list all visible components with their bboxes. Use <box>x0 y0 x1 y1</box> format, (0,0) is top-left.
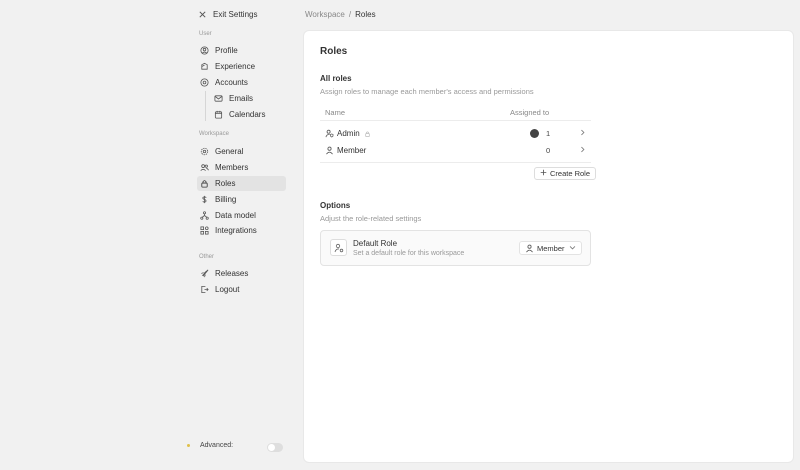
role-row-member[interactable]: Member 0 <box>320 142 591 159</box>
role-name: Member <box>325 146 366 155</box>
calendar-icon <box>214 110 223 119</box>
sidebar-item-accounts[interactable]: Accounts <box>197 75 286 90</box>
sidebar-item-members[interactable]: Members <box>197 160 286 175</box>
at-sign-icon <box>200 78 209 87</box>
sidebar-item-label: Experience <box>215 62 256 71</box>
sidebar-item-experience[interactable]: Experience <box>197 59 286 74</box>
column-header-assigned: Assigned to <box>510 108 550 117</box>
default-role-title: Default Role <box>353 239 398 248</box>
user-circle-icon <box>200 46 209 55</box>
breadcrumb: Workspace / Roles <box>305 10 376 19</box>
exit-settings-button[interactable]: Exit Settings <box>198 8 257 20</box>
sidebar-item-label: Data model <box>215 211 256 220</box>
mail-icon <box>214 94 223 103</box>
sidebar-item-logout[interactable]: Logout <box>197 282 286 297</box>
sidebar-item-label: Roles <box>215 179 236 188</box>
palette-icon <box>200 62 209 71</box>
sidebar-item-label: Emails <box>229 94 254 103</box>
advanced-setting: Advanced: <box>187 442 233 449</box>
section-label-other: Other <box>199 254 215 260</box>
sidebar-item-label: Accounts <box>215 78 248 87</box>
chevron-right-icon <box>579 146 586 155</box>
sidebar-item-label: Integrations <box>215 226 257 235</box>
breadcrumb-current: Roles <box>355 10 376 19</box>
default-role-value: Member <box>537 243 565 253</box>
sidebar-item-label: Logout <box>215 285 240 294</box>
user-icon <box>525 244 534 253</box>
lock-icon <box>200 179 209 188</box>
all-roles-description: Assign roles to manage each member's acc… <box>320 87 534 96</box>
sidebar-item-integrations[interactable]: Integrations <box>197 223 286 238</box>
advanced-toggle[interactable] <box>267 443 283 452</box>
column-header-name: Name <box>325 108 346 117</box>
rocket-icon <box>200 269 209 278</box>
page-title: Roles <box>320 46 348 57</box>
close-icon <box>198 10 207 19</box>
assigned-count: 1 <box>546 129 551 138</box>
user-shield-icon <box>325 129 334 138</box>
options-heading: Options <box>320 201 351 210</box>
sidebar-item-label: Billing <box>215 195 237 204</box>
advanced-label: Advanced: <box>200 442 234 449</box>
sidebar-item-profile[interactable]: Profile <box>197 43 286 58</box>
role-name: Admin <box>325 129 372 138</box>
assigned-count: 0 <box>546 146 551 155</box>
sidebar-item-data-model[interactable]: Data model <box>197 208 286 223</box>
dollar-icon <box>200 195 209 204</box>
sidebar-item-billing[interactable]: Billing <box>197 192 286 207</box>
sidebar-item-label: General <box>215 147 244 156</box>
users-icon <box>200 163 209 172</box>
main-panel: Roles All roles Assign roles to manage e… <box>303 30 794 463</box>
user-settings-icon <box>330 239 347 256</box>
create-role-button[interactable]: Create Role <box>534 167 597 180</box>
chevron-right-icon <box>579 129 586 138</box>
hierarchy-icon <box>200 211 209 220</box>
settings-sidebar: Exit Settings User Profile Experience Ac… <box>0 0 296 470</box>
role-row-admin[interactable]: Admin 1 <box>320 125 591 142</box>
sidebar-item-roles[interactable]: Roles <box>197 176 286 191</box>
sidebar-item-calendars[interactable]: Calendars <box>211 107 286 122</box>
lock-icon <box>363 129 372 138</box>
chevron-down-icon <box>569 244 576 253</box>
table-divider <box>320 162 591 163</box>
sidebar-item-label: Calendars <box>229 110 266 119</box>
exit-settings-label: Exit Settings <box>213 9 258 19</box>
default-role-card: Default Role Set a default role for this… <box>320 230 591 266</box>
gear-icon <box>200 147 209 156</box>
sidebar-item-general[interactable]: General <box>197 144 286 159</box>
sidebar-item-label: Members <box>215 163 249 172</box>
role-name-label: Member <box>337 146 367 155</box>
sidebar-item-label: Releases <box>215 269 249 278</box>
default-role-select[interactable]: Member <box>519 241 582 255</box>
tree-connector <box>205 91 206 121</box>
section-label-user: User <box>199 31 212 37</box>
role-name-label: Admin <box>337 129 360 138</box>
avatar <box>530 129 539 138</box>
table-divider <box>320 120 591 121</box>
sidebar-item-emails[interactable]: Emails <box>211 91 286 106</box>
sidebar-item-releases[interactable]: Releases <box>197 266 286 281</box>
default-role-description: Set a default role for this workspace <box>353 250 465 257</box>
all-roles-heading: All roles <box>320 74 352 83</box>
options-description: Adjust the role-related settings <box>320 214 422 223</box>
apps-icon <box>200 226 209 235</box>
breadcrumb-separator: / <box>348 10 352 19</box>
section-label-workspace: Workspace <box>199 131 229 137</box>
advanced-indicator-dot <box>187 444 190 447</box>
create-role-label: Create Role <box>550 169 591 178</box>
logout-icon <box>200 285 209 294</box>
sidebar-item-label: Profile <box>215 46 238 55</box>
user-icon <box>325 146 334 155</box>
plus-icon <box>540 169 547 178</box>
breadcrumb-workspace-link[interactable]: Workspace <box>305 10 345 19</box>
